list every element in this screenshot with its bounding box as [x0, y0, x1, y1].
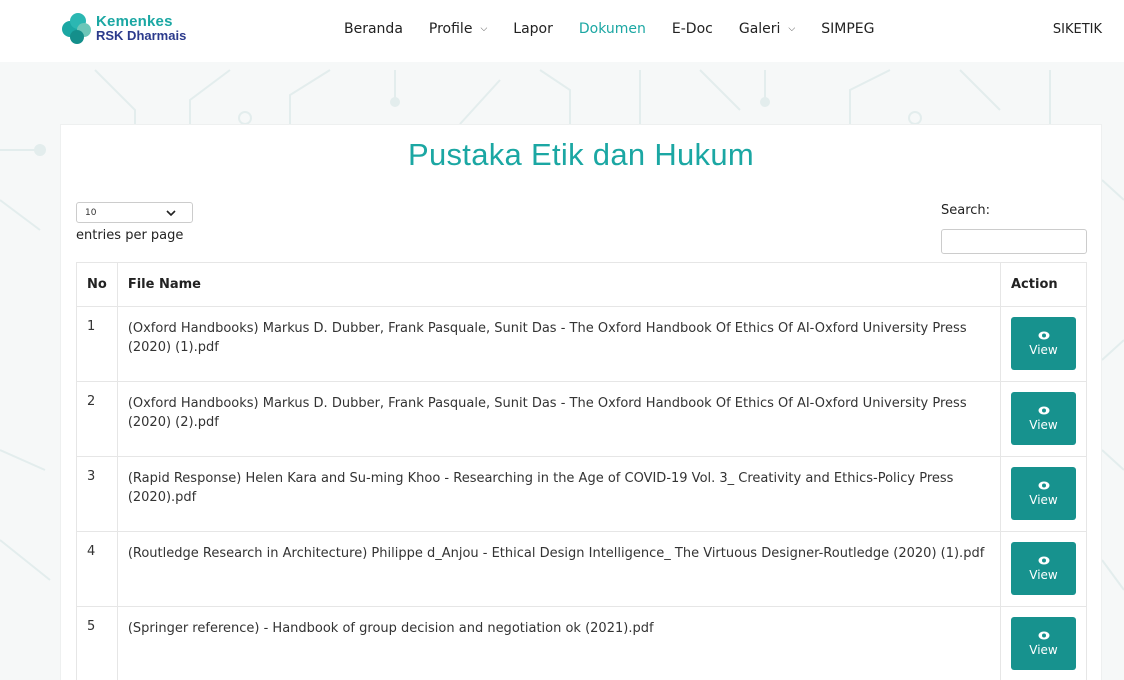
- documents-table: No File Name Action 1 (Oxford Handbooks)…: [76, 262, 1087, 680]
- entries-value: 10: [85, 207, 97, 218]
- row-number: 4: [76, 531, 118, 607]
- content-card: Pustaka Etik dan Hukum 10 entries per pa…: [60, 124, 1102, 680]
- table-row: 1 (Oxford Handbooks) Markus D. Dubber, F…: [76, 306, 1087, 382]
- chevron-down-icon: ⌵: [480, 24, 488, 34]
- file-name: (Rapid Response) Helen Kara and Su-ming …: [116, 456, 1002, 532]
- eye-icon: [1038, 556, 1049, 564]
- main-nav: Beranda Profile ⌵ Lapor Dokumen E-Doc Gal…: [344, 21, 900, 37]
- nav-lapor-label: Lapor: [513, 21, 553, 37]
- search-input[interactable]: [941, 229, 1087, 254]
- header-file-name[interactable]: File Name: [116, 262, 1002, 307]
- table-row: 5 (Springer reference) - Handbook of gro…: [76, 606, 1087, 680]
- entries-per-page-select[interactable]: 10: [76, 202, 193, 223]
- eye-icon: [1038, 481, 1049, 489]
- view-label: View: [1029, 567, 1058, 582]
- nav-beranda-label: Beranda: [344, 21, 403, 37]
- nav-profile[interactable]: Profile ⌵: [429, 21, 487, 37]
- nav-simpeg[interactable]: SIMPEG: [821, 21, 874, 37]
- action-cell: View: [1000, 606, 1087, 680]
- kemenkes-logo[interactable]: Kemenkes RSK Dharmais: [60, 12, 186, 46]
- header-no[interactable]: No: [76, 262, 118, 307]
- search-label: Search:: [941, 203, 991, 218]
- eye-icon: [1038, 406, 1049, 414]
- row-number: 3: [76, 456, 118, 532]
- view-label: View: [1029, 492, 1058, 507]
- kemenkes-logo-icon: [62, 13, 91, 44]
- nav-dokumen[interactable]: Dokumen: [579, 21, 646, 37]
- file-name: (Oxford Handbooks) Markus D. Dubber, Fra…: [116, 306, 1002, 382]
- chevron-down-icon: ⌵: [788, 24, 796, 34]
- nav-simpeg-label: SIMPEG: [821, 21, 875, 37]
- entries-per-page-label: entries per page: [76, 228, 184, 243]
- table-row: 2 (Oxford Handbooks) Markus D. Dubber, F…: [76, 381, 1087, 457]
- file-name: (Routledge Research in Architecture) Phi…: [116, 531, 1002, 607]
- table-header-row: No File Name Action: [76, 262, 1087, 307]
- nav-edoc[interactable]: E-Doc: [672, 21, 713, 37]
- view-label: View: [1029, 342, 1058, 357]
- action-cell: View: [1000, 531, 1087, 607]
- logo-line2: RSK Dharmais: [96, 28, 187, 43]
- action-cell: View: [1000, 381, 1087, 457]
- view-button[interactable]: View: [1011, 467, 1076, 520]
- action-cell: View: [1000, 456, 1087, 532]
- table-row: 3 (Rapid Response) Helen Kara and Su-min…: [76, 456, 1087, 532]
- view-button[interactable]: View: [1011, 542, 1076, 595]
- chevron-down-icon: [166, 209, 176, 216]
- action-cell: View: [1000, 306, 1087, 382]
- table-row: 4 (Routledge Research in Architecture) P…: [76, 531, 1087, 607]
- view-button[interactable]: View: [1011, 392, 1076, 445]
- nav-beranda[interactable]: Beranda: [344, 21, 403, 37]
- top-navbar: Kemenkes RSK Dharmais Beranda Profile ⌵ L…: [0, 0, 1124, 62]
- nav-galeri[interactable]: Galeri ⌵: [739, 21, 795, 37]
- eye-icon: [1038, 631, 1049, 639]
- header-action: Action: [1000, 262, 1087, 307]
- row-number: 5: [76, 606, 118, 680]
- nav-lapor[interactable]: Lapor: [513, 21, 553, 37]
- page-title: Pustaka Etik dan Hukum: [407, 137, 755, 172]
- file-name: (Springer reference) - Handbook of group…: [116, 606, 1002, 680]
- logo-line1: Kemenkes: [96, 13, 173, 30]
- view-button[interactable]: View: [1011, 317, 1076, 370]
- file-name: (Oxford Handbooks) Markus D. Dubber, Fra…: [116, 381, 1002, 457]
- view-button[interactable]: View: [1011, 617, 1076, 670]
- row-number: 1: [76, 306, 118, 382]
- nav-dokumen-label: Dokumen: [578, 21, 646, 37]
- row-number: 2: [76, 381, 118, 457]
- view-label: View: [1029, 642, 1058, 657]
- nav-profile-label: Profile: [428, 21, 473, 37]
- nav-galeri-label: Galeri: [738, 21, 781, 37]
- view-label: View: [1029, 417, 1058, 432]
- nav-siketik[interactable]: SIKETIK: [1053, 22, 1102, 37]
- nav-edoc-label: E-Doc: [671, 21, 713, 37]
- eye-icon: [1038, 331, 1049, 339]
